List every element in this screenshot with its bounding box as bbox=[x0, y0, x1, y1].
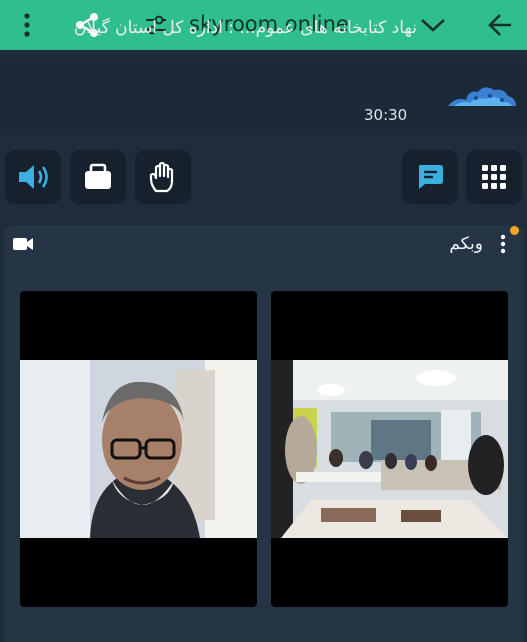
speaker-video bbox=[20, 360, 257, 538]
skyroom-logo bbox=[446, 82, 518, 118]
speaker-button[interactable] bbox=[5, 150, 61, 204]
webcam-panel-title: وبکم bbox=[449, 234, 483, 254]
chat-button[interactable] bbox=[402, 150, 458, 204]
folder-icon bbox=[85, 163, 111, 189]
chat-icon bbox=[419, 165, 443, 189]
room-title: نهاد کتابخانه های عموم... : اداره کل است… bbox=[73, 18, 417, 38]
more-vertical-icon[interactable] bbox=[14, 0, 40, 50]
video-tile-classroom[interactable] bbox=[271, 291, 508, 607]
speaker-icon bbox=[19, 165, 48, 189]
session-timer: 30:30 bbox=[364, 106, 408, 124]
panel-menu-icon[interactable] bbox=[500, 234, 506, 258]
grid-icon bbox=[482, 165, 506, 189]
status-dot bbox=[510, 226, 519, 235]
classroom-video bbox=[271, 360, 508, 538]
back-arrow-icon[interactable] bbox=[484, 0, 516, 50]
layers-button[interactable] bbox=[70, 150, 126, 204]
raise-hand-button[interactable] bbox=[135, 150, 191, 204]
apps-button[interactable] bbox=[466, 150, 522, 204]
video-camera-icon[interactable] bbox=[12, 236, 34, 256]
hand-icon bbox=[149, 161, 174, 193]
video-tile-speaker[interactable] bbox=[20, 291, 257, 607]
chevron-down-icon[interactable] bbox=[418, 0, 448, 50]
